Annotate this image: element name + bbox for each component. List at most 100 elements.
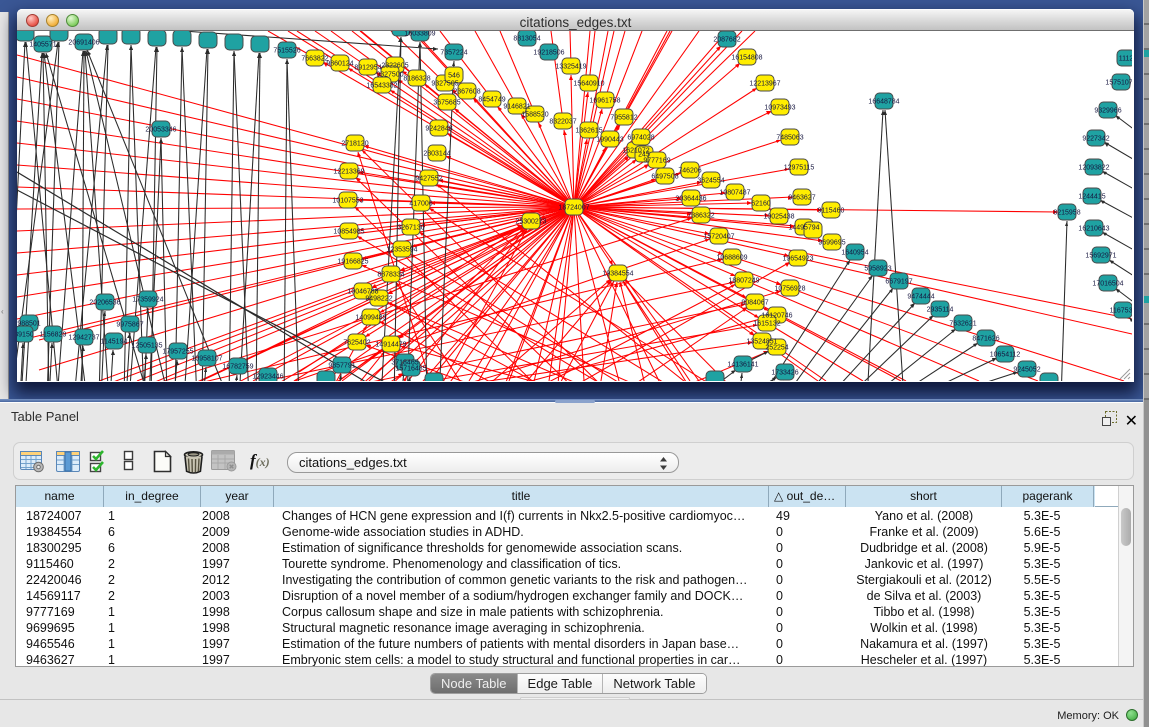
svg-text:16120746: 16120746	[761, 313, 792, 320]
svg-text:16782759: 16782759	[222, 364, 253, 371]
svg-text:2718120: 2718120	[341, 141, 368, 148]
svg-text:25300273: 25300273	[515, 219, 546, 226]
svg-text:7357224: 7357224	[440, 50, 467, 57]
svg-text:9245052: 9245052	[1013, 367, 1040, 374]
svg-text:20053346: 20053346	[145, 127, 176, 134]
svg-text:10807487: 10807487	[719, 190, 750, 197]
svg-text:14136141: 14136141	[727, 362, 758, 369]
svg-text:9474444: 9474444	[907, 294, 934, 301]
svg-text:1167534: 1167534	[1110, 308, 1132, 315]
svg-text:10107553: 10107553	[332, 198, 363, 205]
svg-text:14914479: 14914479	[375, 342, 406, 349]
svg-text:9242848: 9242848	[425, 126, 452, 133]
svg-text:17359924: 17359924	[132, 297, 163, 304]
svg-text:20206536: 20206536	[89, 300, 120, 307]
svg-text:10854985: 10854985	[333, 229, 364, 236]
svg-text:9115460: 9115460	[818, 208, 845, 215]
svg-text:2367608: 2367608	[453, 89, 480, 96]
svg-text:10973493: 10973493	[764, 105, 795, 112]
svg-text:14495794: 14495794	[788, 225, 819, 232]
svg-text:16961758: 16961758	[589, 98, 620, 105]
svg-text:16033809: 16033809	[404, 31, 435, 38]
svg-text:1156829: 1156829	[40, 332, 67, 339]
svg-text:18724007: 18724007	[558, 205, 589, 212]
svg-text:12093822: 12093822	[1078, 165, 1109, 172]
svg-text:19384554: 19384554	[602, 271, 633, 278]
svg-text:8215958: 8215958	[1053, 210, 1080, 217]
svg-text:9777169: 9777169	[643, 158, 670, 165]
svg-text:10958107: 10958107	[191, 356, 222, 363]
svg-text:18807249: 18807249	[728, 278, 759, 285]
svg-text:546: 546	[448, 73, 460, 80]
svg-text:12505135: 12505135	[131, 343, 162, 350]
svg-text:12213967: 12213967	[749, 81, 780, 88]
svg-text:10046788: 10046788	[347, 289, 378, 296]
svg-text:15751074: 15751074	[1105, 80, 1132, 87]
svg-text:19166825: 19166825	[337, 259, 368, 266]
svg-text:8454749: 8454749	[478, 97, 505, 104]
svg-text:252254: 252254	[765, 345, 788, 352]
svg-text:7485063: 7485063	[776, 135, 803, 142]
svg-text:20691406: 20691406	[68, 40, 99, 47]
svg-text:9975867: 9975867	[116, 322, 143, 329]
svg-text:3624554: 3624554	[697, 178, 724, 185]
svg-text:988501: 988501	[17, 321, 40, 328]
svg-text:19218506: 19218506	[533, 50, 564, 57]
svg-text:7386322: 7386322	[687, 213, 714, 220]
svg-text:417006: 417006	[409, 201, 432, 208]
svg-text:12975115: 12975115	[784, 165, 815, 172]
svg-text:1145194: 1145194	[101, 339, 128, 346]
svg-text:10756928: 10756928	[774, 286, 805, 293]
svg-text:1362615: 1362615	[575, 128, 602, 135]
svg-text:1112: 1112	[1119, 56, 1132, 63]
svg-text:16154808: 16154808	[731, 55, 762, 62]
svg-text:1990443: 1990443	[596, 137, 623, 144]
svg-text:12353594: 12353594	[386, 247, 417, 254]
svg-text:7632621: 7632621	[949, 321, 976, 328]
svg-text:8878334: 8878334	[377, 272, 404, 279]
svg-text:9463627: 9463627	[788, 195, 815, 202]
svg-text:6679197: 6679197	[885, 279, 912, 286]
svg-text:2322605: 2322605	[381, 63, 408, 70]
svg-text:1588520: 1588520	[521, 112, 548, 119]
svg-text:14099489: 14099489	[355, 315, 386, 322]
svg-text:1733426: 1733426	[771, 370, 798, 377]
svg-text:15720407: 15720407	[703, 234, 734, 241]
svg-text:9227342: 9227342	[1082, 136, 1109, 143]
svg-text:3267130: 3267130	[397, 225, 424, 232]
svg-text:20364436: 20364436	[675, 196, 706, 203]
svg-text:9498222: 9498222	[365, 296, 392, 303]
svg-text:9327505: 9327505	[431, 81, 458, 88]
svg-text:1405571: 1405571	[29, 42, 56, 49]
svg-text:16543382: 16543382	[366, 83, 397, 90]
svg-text:13325419: 13325419	[555, 64, 586, 71]
svg-text:10025438: 10025438	[763, 214, 794, 221]
svg-text:8186328: 8186328	[403, 76, 430, 83]
svg-text:9699695: 9699695	[818, 240, 845, 247]
svg-text:1640954: 1640954	[841, 250, 868, 257]
svg-text:2087682: 2087682	[713, 37, 740, 44]
svg-text:17016504: 17016504	[1092, 281, 1123, 288]
svg-text:9084067: 9084067	[741, 300, 768, 307]
svg-text:9329966: 9329966	[1094, 108, 1121, 115]
svg-text:8813054: 8813054	[513, 36, 540, 43]
svg-text:9857791: 9857791	[328, 363, 355, 370]
svg-text:15692971: 15692971	[1085, 253, 1116, 260]
svg-text:9327500: 9327500	[376, 72, 403, 79]
svg-text:16648784: 16648784	[868, 99, 899, 106]
svg-text:9146821: 9146821	[503, 104, 530, 111]
svg-text:3675685: 3675685	[433, 100, 460, 107]
svg-text:2935114: 2935114	[927, 307, 954, 314]
svg-text:7955812: 7955812	[610, 115, 637, 122]
svg-text:15640910: 15640910	[573, 81, 604, 88]
svg-text:16210643: 16210643	[1078, 226, 1109, 233]
svg-text:7663822: 7663822	[301, 56, 328, 63]
svg-text:8912954: 8912954	[354, 65, 381, 72]
svg-text:1244415: 1244415	[1078, 194, 1105, 201]
svg-text:39150: 39150	[17, 332, 34, 339]
svg-text:12923446: 12923446	[252, 374, 283, 381]
svg-text:746206: 746206	[678, 168, 701, 175]
svg-text:2803144: 2803144	[423, 151, 450, 158]
svg-text:62160: 62160	[751, 201, 771, 208]
svg-text:7625402: 7625402	[343, 340, 370, 347]
